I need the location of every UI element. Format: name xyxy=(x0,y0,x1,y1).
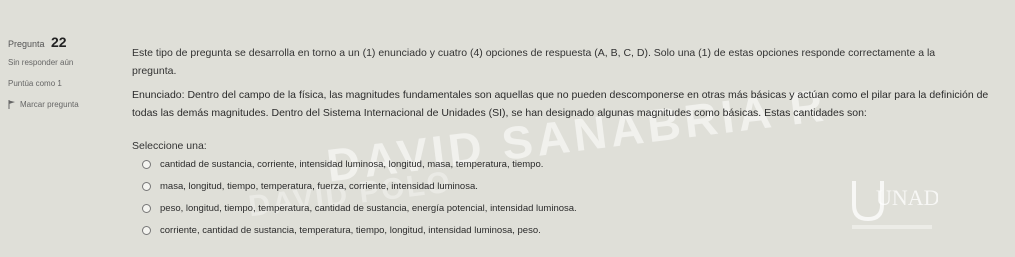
question-info: Pregunta 22 Sin responder aún Puntúa com… xyxy=(8,34,118,109)
answer-options: cantidad de sustancia, corriente, intens… xyxy=(142,153,577,241)
instructions: Este tipo de pregunta se desarrolla en t… xyxy=(132,44,1002,80)
svg-text:UNAD: UNAD xyxy=(876,185,938,210)
answer-option-d[interactable]: corriente, cantidad de sustancia, temper… xyxy=(142,219,577,241)
flag-icon xyxy=(8,100,15,109)
select-prompt: Seleccione una: xyxy=(132,140,207,152)
answer-option-label: corriente, cantidad de sustancia, temper… xyxy=(160,224,541,236)
radio-button[interactable] xyxy=(142,159,151,169)
flag-question-label: Marcar pregunta xyxy=(20,100,79,109)
question-state: Sin responder aún xyxy=(8,58,74,67)
question-score: Puntúa como 1 xyxy=(8,79,62,88)
answer-option-b[interactable]: masa, longitud, tiempo, temperatura, fue… xyxy=(142,175,577,197)
radio-button[interactable] xyxy=(142,181,151,191)
answer-option-label: masa, longitud, tiempo, temperatura, fue… xyxy=(160,180,478,192)
flag-question-link[interactable]: Marcar pregunta xyxy=(8,100,118,109)
question-number: 22 xyxy=(50,34,67,50)
instructions-line2: pregunta. xyxy=(132,65,177,77)
question-label: Pregunta xyxy=(8,39,45,49)
answer-option-label: peso, longitud, tiempo, temperatura, can… xyxy=(160,202,577,214)
question-statement: Enunciado: Dentro del campo de la física… xyxy=(132,89,989,119)
question-content: Este tipo de pregunta se desarrolla en t… xyxy=(132,44,1002,152)
radio-button[interactable] xyxy=(142,203,151,213)
answer-option-label: cantidad de sustancia, corriente, intens… xyxy=(160,158,544,170)
quiz-page: DAVID SANABRIA R DAVID POLO UNAD Pregunt… xyxy=(0,0,1015,257)
radio-button[interactable] xyxy=(142,225,151,235)
answer-option-a[interactable]: cantidad de sustancia, corriente, intens… xyxy=(142,153,577,175)
answer-option-c[interactable]: peso, longitud, tiempo, temperatura, can… xyxy=(142,197,577,219)
unad-logo-watermark: UNAD xyxy=(852,181,938,229)
instructions-line1: Este tipo de pregunta se desarrolla en t… xyxy=(132,47,936,59)
